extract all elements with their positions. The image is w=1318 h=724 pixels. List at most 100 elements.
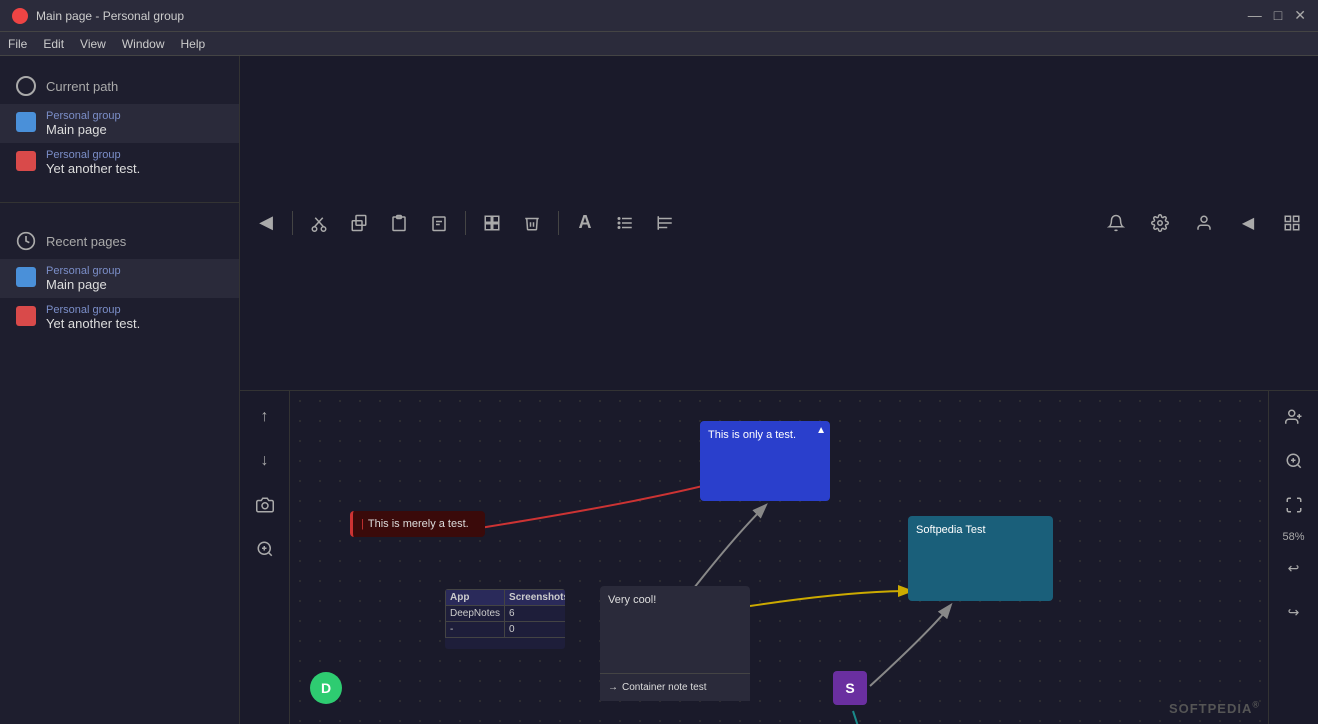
- zoom-label: 58%: [1282, 531, 1304, 543]
- user-manage-button[interactable]: [1276, 399, 1312, 435]
- toolbar-right: ◀: [1098, 205, 1310, 241]
- paste-special-button[interactable]: [421, 205, 457, 241]
- paste-button[interactable]: [381, 205, 417, 241]
- sidebar-recent-name-2: Yet another test.: [46, 316, 140, 331]
- page-icon-red-recent: [16, 306, 36, 326]
- canvas-area: ◀: [240, 56, 1318, 724]
- clock-icon: [16, 231, 36, 251]
- align-button[interactable]: [647, 205, 683, 241]
- right-tools: 58% ↩ ↪: [1268, 391, 1318, 724]
- node-merely-icon: |: [361, 518, 364, 530]
- sidebar-item-main-page[interactable]: Personal group Main page: [0, 104, 239, 143]
- node-verycool[interactable]: Very cool! → Container note test: [600, 586, 750, 701]
- list-button[interactable]: [607, 205, 643, 241]
- node-s-text: S: [845, 680, 854, 696]
- notification-button[interactable]: [1098, 205, 1134, 241]
- zoom-in-button[interactable]: [1276, 443, 1312, 479]
- current-path-header: Current path: [0, 68, 239, 104]
- d-avatar-button[interactable]: D: [310, 672, 342, 704]
- recent-pages-label: Recent pages: [46, 234, 126, 249]
- sidebar-recent-item-yet-another[interactable]: Personal group Yet another test.: [0, 298, 239, 337]
- d-avatar-letter: D: [321, 680, 331, 696]
- window-controls[interactable]: — □ ✕: [1248, 7, 1306, 24]
- container-arrow: →: [608, 682, 618, 693]
- delete-button[interactable]: [514, 205, 550, 241]
- search-canvas-button[interactable]: [247, 531, 283, 567]
- sidebar-recent-item-main-page[interactable]: Personal group Main page: [0, 259, 239, 298]
- left-tools: ↑ ↓: [240, 391, 290, 724]
- bars-right-button[interactable]: [1274, 205, 1310, 241]
- page-icon-blue: [16, 112, 36, 132]
- softpedia-text: SOFTPEDIA®: [1169, 701, 1260, 716]
- node-s-circle[interactable]: S: [833, 671, 867, 705]
- softpedia-watermark: SOFTPEDIA®: [1169, 700, 1260, 716]
- menu-edit[interactable]: Edit: [43, 37, 64, 51]
- menu-help[interactable]: Help: [181, 37, 206, 51]
- sidebar-item-name-1: Main page: [46, 122, 121, 137]
- sidebar-item-yet-another[interactable]: Personal group Yet another test.: [0, 143, 239, 182]
- sidebar-item-text-2: Personal group Yet another test.: [46, 149, 140, 176]
- user-button[interactable]: [1186, 205, 1222, 241]
- menu-file[interactable]: File: [8, 37, 27, 51]
- copy-button[interactable]: [341, 205, 377, 241]
- node-container-note[interactable]: → Container note test: [600, 673, 750, 701]
- minimize-button[interactable]: —: [1248, 7, 1262, 24]
- text-button[interactable]: A: [567, 205, 603, 241]
- fullscreen-button[interactable]: [1276, 487, 1312, 523]
- sidebar-item-group-1: Personal group: [46, 110, 121, 122]
- menu-view[interactable]: View: [80, 37, 106, 51]
- sidebar-item-name-2: Yet another test.: [46, 161, 140, 176]
- main-layout: Current path Personal group Main page Pe…: [0, 56, 1318, 724]
- sidebar-item-group-2: Personal group: [46, 149, 140, 161]
- sidebar-recent-group-1: Personal group: [46, 265, 121, 277]
- cut-button[interactable]: [301, 205, 337, 241]
- node-test-text: This is only a test.: [708, 429, 822, 441]
- canvas-top: ↑ ↓: [240, 391, 1318, 724]
- table-cell-deepnotes: DeepNotes: [446, 605, 505, 621]
- table-cell-6: 6: [505, 605, 565, 621]
- toolbar-sep-1: [292, 211, 293, 235]
- table-cell-0: 0: [505, 621, 565, 637]
- container-text: Container note test: [622, 682, 707, 693]
- menubar: File Edit View Window Help: [0, 32, 1318, 56]
- node-merely-test[interactable]: | This is merely a test.: [350, 511, 485, 537]
- recent-pages-section: Recent pages Personal group Main page Pe…: [0, 211, 239, 349]
- page-icon-blue-recent: [16, 267, 36, 287]
- sidebar-recent-item-text-2: Personal group Yet another test.: [46, 304, 140, 331]
- toolbar-sep-2: [465, 211, 466, 235]
- page-icon-red: [16, 151, 36, 171]
- node-test-collapse[interactable]: ▲: [816, 425, 826, 436]
- sidebar-collapse-button[interactable]: ◀: [248, 205, 284, 241]
- node-verycool-text: Very cool!: [608, 594, 742, 606]
- current-path-section: Current path Personal group Main page Pe…: [0, 56, 239, 194]
- sidebar: Current path Personal group Main page Pe…: [0, 56, 240, 724]
- toolbar: ◀: [240, 56, 1318, 391]
- sidebar-divider: [0, 202, 239, 203]
- node-test-only[interactable]: This is only a test. ▲: [700, 421, 830, 501]
- app-icon: [12, 8, 28, 24]
- window-title: Main page - Personal group: [36, 9, 1248, 23]
- node-softpedia-test[interactable]: Softpedia Test: [908, 516, 1053, 601]
- settings-button[interactable]: [1142, 205, 1178, 241]
- toolbar-sep-3: [558, 211, 559, 235]
- maximize-button[interactable]: □: [1274, 7, 1282, 24]
- close-button[interactable]: ✕: [1294, 7, 1306, 24]
- select-all-button[interactable]: [474, 205, 510, 241]
- table-cell-dash: -: [446, 621, 505, 637]
- node-softpedia-test-text: Softpedia Test: [916, 524, 986, 536]
- screenshot-button[interactable]: [247, 487, 283, 523]
- sidebar-recent-name-1: Main page: [46, 277, 121, 292]
- current-path-icon: [16, 76, 36, 96]
- collapse-right-button[interactable]: ◀: [1230, 205, 1266, 241]
- titlebar: Main page - Personal group — □ ✕: [0, 0, 1318, 32]
- undo-button[interactable]: ↩: [1276, 551, 1312, 587]
- sidebar-recent-group-2: Personal group: [46, 304, 140, 316]
- redo-button[interactable]: ↪: [1276, 595, 1312, 631]
- node-table[interactable]: App Screenshots DeepNotes 6 - 0: [445, 589, 565, 649]
- menu-window[interactable]: Window: [122, 37, 165, 51]
- canvas[interactable]: This is only a test. ▲ | This is merely …: [290, 391, 1268, 724]
- move-up-button[interactable]: ↑: [247, 399, 283, 435]
- current-path-label: Current path: [46, 79, 118, 94]
- move-down-button[interactable]: ↓: [247, 443, 283, 479]
- table-header-screenshots: Screenshots: [505, 589, 565, 605]
